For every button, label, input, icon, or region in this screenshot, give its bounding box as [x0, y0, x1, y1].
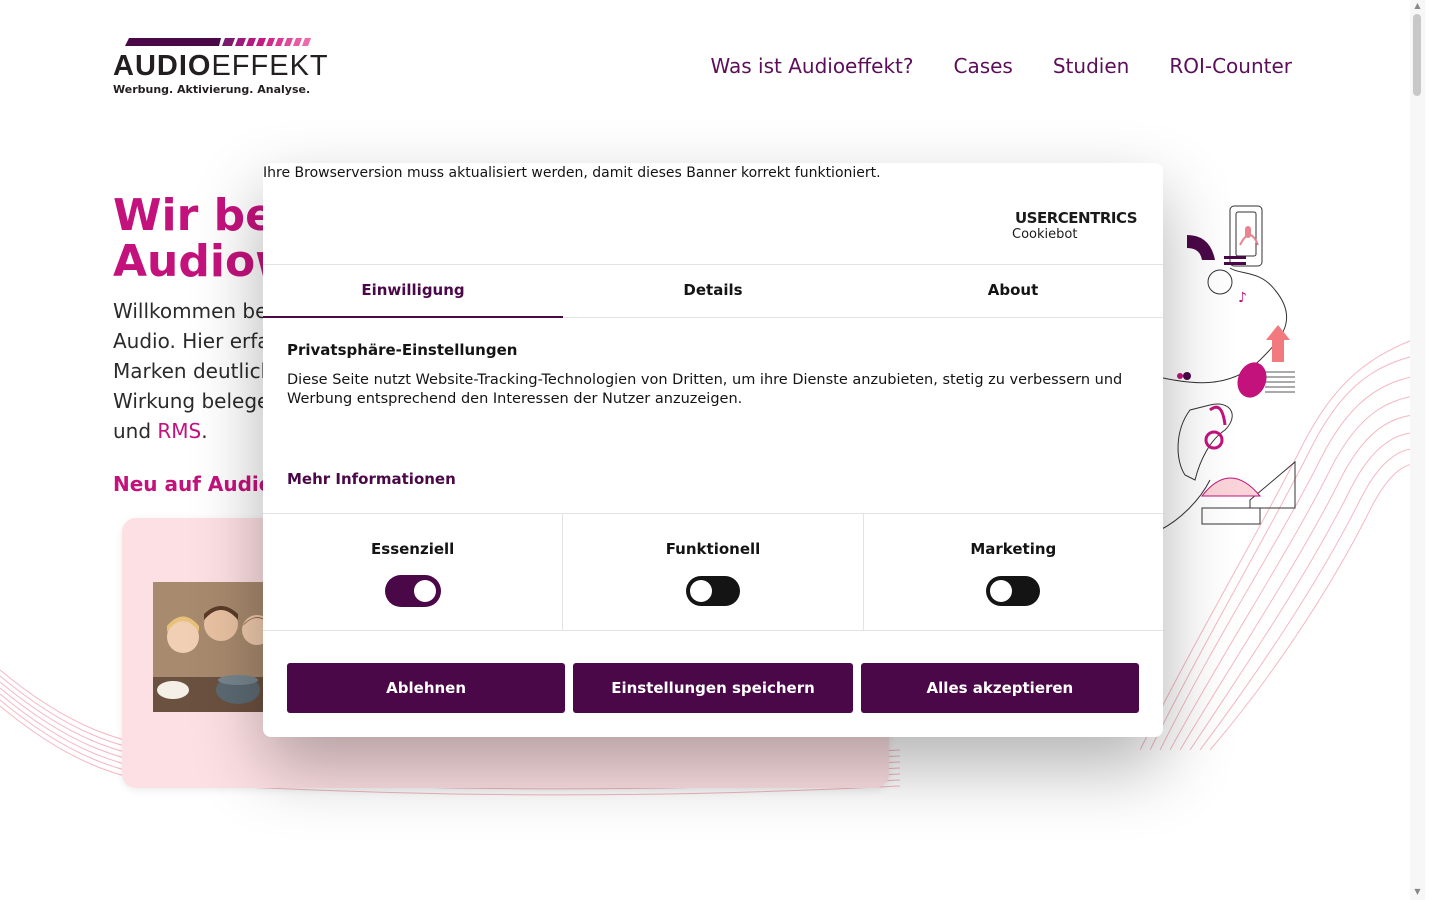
privacy-description: Diese Seite nutzt Website-Tracking-Techn… [287, 372, 1123, 407]
svg-text:♪: ♪ [1238, 290, 1247, 306]
logo-tagline: Werbung. Aktivierung. Analyse. [113, 83, 311, 96]
consent-tabs: Einwilligung Details About [263, 264, 1163, 318]
rms-link[interactable]: RMS [157, 419, 201, 443]
essenziell-toggle[interactable] [385, 576, 440, 606]
main-nav: Was ist Audioeffekt? Cases Studien ROI-C… [711, 54, 1293, 78]
decline-button[interactable]: Ablehnen [287, 663, 566, 713]
scroll-down-icon[interactable]: ▼ [1413, 888, 1422, 896]
brand-name: USERCENTRICS [1015, 209, 1138, 227]
category-marketing: Marketing [864, 514, 1163, 630]
category-essenziell: Essenziell [263, 514, 564, 630]
family-photo-image [153, 582, 273, 712]
scrollbar-thumb[interactable] [1413, 14, 1421, 96]
hero-text-line: Willkommen be [113, 299, 268, 323]
nav-item-cases[interactable]: Cases [953, 54, 1012, 78]
consent-categories: Essenziell Funktionell Marketing [263, 513, 1163, 631]
hero-illustration: ♪ [1150, 205, 1296, 531]
nav-item-roi-counter[interactable]: ROI-Counter [1169, 54, 1292, 78]
accept-all-button[interactable]: Alles akzeptieren [860, 663, 1139, 713]
toggle-knob [689, 580, 712, 602]
site-logo[interactable]: AUDIOEFFEKT Werbung. Aktivierung. Analys… [113, 36, 328, 98]
logo-bars-icon [125, 38, 311, 46]
hero-text-prefix: und [113, 419, 158, 443]
consent-content: Privatsphäre-Einstellungen Diese Seite n… [287, 341, 1139, 409]
hero-intro-text: Willkommen be Audio. Hier erfa Marken de… [113, 296, 283, 446]
tab-einwilligung[interactable]: Einwilligung [263, 265, 563, 318]
privacy-heading: Privatsphäre-Einstellungen [287, 341, 518, 359]
nav-item-was-ist-audioeffekt[interactable]: Was ist Audioeffekt? [711, 54, 914, 78]
logo-wordmark: AUDIOEFFEKT [113, 50, 329, 82]
save-settings-button[interactable]: Einstellungen speichern [573, 663, 853, 713]
marketing-toggle[interactable] [986, 576, 1041, 606]
hero-text-line: Marken deutlich [113, 359, 274, 383]
tab-details[interactable]: Details [563, 265, 863, 317]
toggle-knob [990, 580, 1013, 602]
usercentrics-logo: USERCENTRICS [1012, 209, 1138, 227]
page-scrollbar[interactable]: ▲ ▼ [1410, 0, 1425, 900]
cookie-consent-dialog: Ihre Browserversion muss aktualisiert we… [263, 163, 1163, 737]
cookiebot-brand[interactable]: USERCENTRICS Cookiebot [1012, 209, 1138, 243]
family-photo [153, 582, 273, 712]
consent-buttons: Ablehnen Einstellungen speichern Alles a… [287, 663, 1139, 713]
category-funktionell: Funktionell [563, 514, 864, 630]
hero-text-line: Audio. Hier erfa [113, 329, 270, 353]
funktionell-toggle[interactable] [685, 576, 740, 606]
hero-text-suffix: . [201, 419, 208, 443]
hero-subheading: Neu auf Audioe [113, 472, 287, 496]
hero-text-line: Wirkung belege [113, 389, 270, 413]
browser-version-notice: Ihre Browserversion muss aktualisiert we… [263, 165, 881, 181]
toggle-knob [413, 580, 436, 602]
nav-item-studien[interactable]: Studien [1053, 54, 1129, 78]
category-label: Marketing [970, 540, 1057, 558]
scroll-up-icon[interactable]: ▲ [1413, 2, 1422, 10]
more-info-link[interactable]: Mehr Informationen [287, 470, 456, 488]
hero-text-line: und RMS. [113, 416, 283, 446]
tab-about[interactable]: About [863, 265, 1163, 317]
category-label: Essenziell [371, 540, 455, 558]
brand-subtitle: Cookiebot [1012, 227, 1078, 242]
category-label: Funktionell [665, 540, 761, 558]
